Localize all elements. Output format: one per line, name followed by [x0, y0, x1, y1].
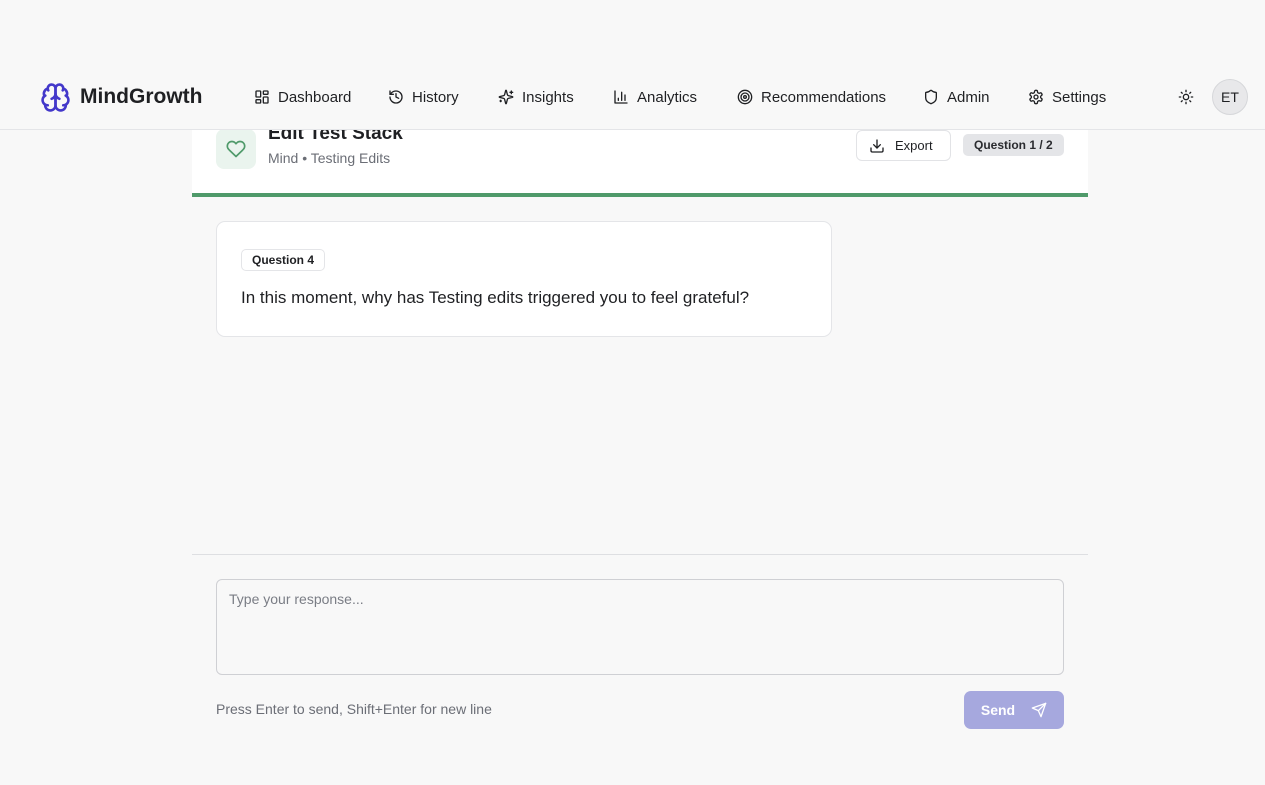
- question-progress-badge: Question 1 / 2: [963, 134, 1064, 156]
- stack-subtitle: Mind • Testing Edits: [268, 150, 391, 166]
- sparkles-icon: [498, 89, 514, 105]
- heart-icon: [216, 129, 256, 169]
- nav-label: Analytics: [637, 88, 698, 106]
- nav-label: History: [412, 88, 459, 106]
- question-card: Question 4 In this moment, why has Testi…: [216, 221, 832, 337]
- avatar[interactable]: ET: [1212, 79, 1248, 115]
- export-button[interactable]: Export: [856, 130, 951, 161]
- nav-item-settings[interactable]: Settings: [1028, 86, 1106, 108]
- sun-icon: [1178, 89, 1194, 105]
- top-navbar: MindGrowth Dashboard History Insights An…: [0, 0, 1265, 130]
- nav-label: Recommendations: [761, 88, 887, 106]
- export-label: Export: [895, 138, 933, 153]
- target-icon: [737, 89, 753, 105]
- send-label: Send: [980, 702, 1016, 718]
- gear-icon: [1028, 89, 1044, 105]
- dashboard-icon: [254, 89, 270, 105]
- history-icon: [388, 89, 404, 105]
- nav-item-admin[interactable]: Admin: [923, 86, 990, 108]
- send-icon: [1031, 702, 1047, 718]
- bar-chart-icon: [613, 89, 629, 105]
- nav-label: Settings: [1052, 88, 1107, 106]
- app-name: MindGrowth: [80, 85, 203, 108]
- composer-hint: Press Enter to send, Shift+Enter for new…: [216, 701, 492, 717]
- brain-logo-icon: [40, 82, 71, 113]
- shield-icon: [923, 89, 939, 105]
- download-icon: [869, 138, 885, 154]
- response-input[interactable]: [216, 579, 1064, 675]
- question-number-badge: Question 4: [241, 249, 326, 271]
- nav-item-analytics[interactable]: Analytics: [613, 86, 697, 108]
- nav-label: Insights: [522, 88, 574, 106]
- brand[interactable]: MindGrowth: [40, 81, 202, 113]
- nav-item-insights[interactable]: Insights: [498, 86, 574, 108]
- nav-label: Admin: [947, 88, 990, 106]
- nav-label: Dashboard: [278, 88, 352, 106]
- send-button[interactable]: Send: [964, 691, 1064, 729]
- nav-item-dashboard[interactable]: Dashboard: [254, 86, 351, 108]
- nav-item-history[interactable]: History: [388, 86, 459, 108]
- composer-divider: [192, 554, 1088, 555]
- theme-toggle-button[interactable]: [1174, 85, 1198, 109]
- question-text: In this moment, why has Testing edits tr…: [241, 288, 750, 307]
- nav-item-recommendations[interactable]: Recommendations: [737, 86, 886, 108]
